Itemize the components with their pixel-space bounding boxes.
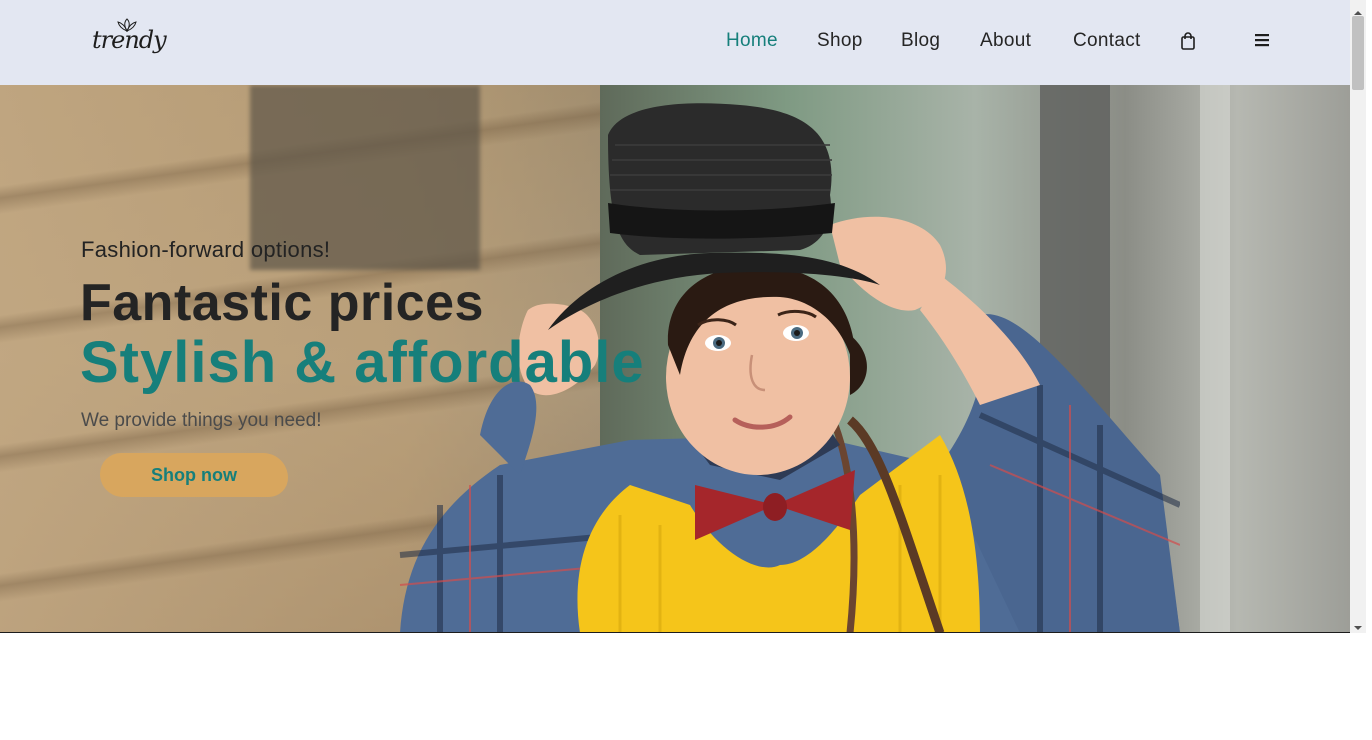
nav-about-link[interactable]: About bbox=[980, 30, 1031, 52]
hero-banner: Fashion-forward options! Fantastic price… bbox=[0, 85, 1350, 633]
hero-title: Fantastic prices bbox=[80, 274, 484, 332]
site-logo[interactable]: trendy bbox=[90, 18, 167, 62]
shopping-bag-icon[interactable] bbox=[1180, 32, 1196, 50]
page-scrollbar[interactable] bbox=[1350, 0, 1366, 633]
shop-now-button[interactable]: Shop now bbox=[100, 453, 288, 497]
hero-description: We provide things you need! bbox=[81, 410, 322, 431]
top-navbar: trendy Home Shop Blog About Contact bbox=[0, 0, 1350, 85]
logo-text: trendy bbox=[92, 26, 167, 54]
hamburger-menu-icon[interactable] bbox=[1254, 33, 1270, 47]
scroll-up-arrow-icon[interactable] bbox=[1354, 4, 1362, 15]
hero-subtitle: Fashion-forward options! bbox=[81, 237, 331, 262]
hero-bottom-border bbox=[0, 632, 1366, 633]
scrollbar-thumb[interactable] bbox=[1352, 16, 1364, 90]
hero-background-post-light bbox=[1200, 85, 1230, 633]
nav-blog-link[interactable]: Blog bbox=[901, 30, 940, 52]
nav-home-link[interactable]: Home bbox=[726, 30, 778, 52]
scroll-down-arrow-icon[interactable] bbox=[1354, 619, 1362, 630]
nav-contact-link[interactable]: Contact bbox=[1073, 30, 1141, 52]
nav-shop-link[interactable]: Shop bbox=[817, 30, 863, 52]
hero-accent-title: Stylish & affordable bbox=[80, 330, 645, 395]
